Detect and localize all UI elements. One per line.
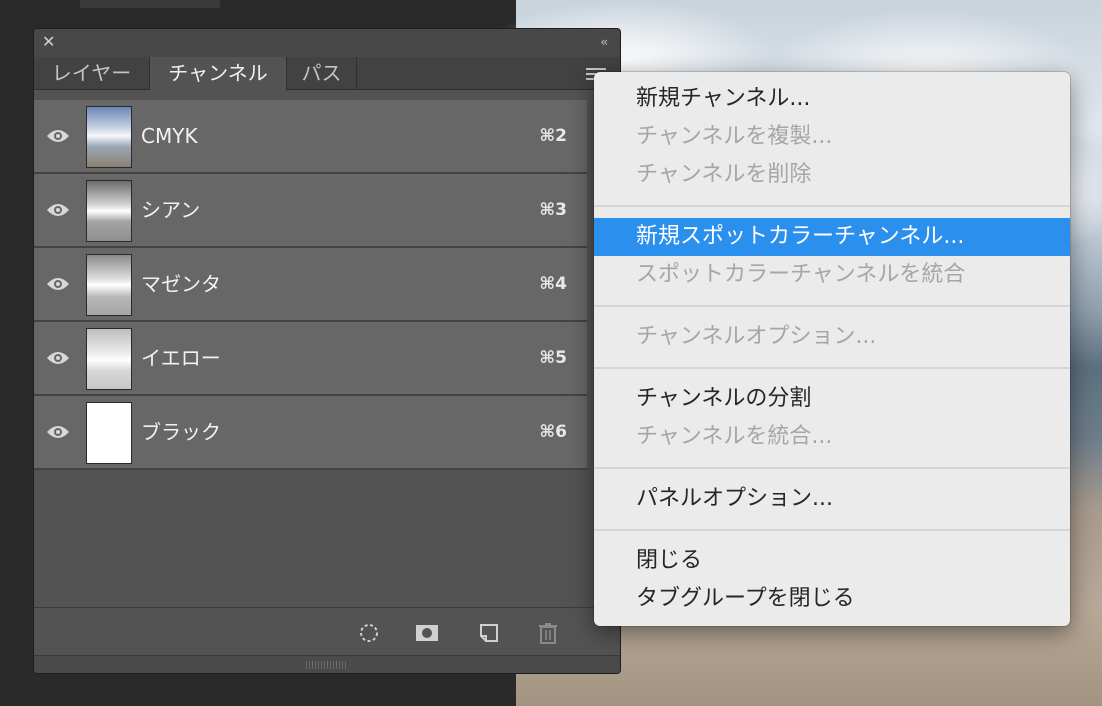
channel-row-magenta[interactable]: マゼンタ ⌘4	[34, 248, 587, 322]
menu-item-split-channels[interactable]: チャンネルの分割	[594, 380, 1070, 418]
menu-separator	[594, 356, 1070, 380]
channel-name: マゼンタ	[141, 272, 221, 296]
channel-thumbnail	[86, 106, 132, 168]
trash-icon[interactable]	[537, 622, 559, 644]
channels-panel-menu: 新規チャンネル... チャンネルを複製... チャンネルを削除 新規スポットカラ…	[594, 72, 1070, 626]
panel-tabs: レイヤー チャンネル パス	[34, 57, 620, 91]
panel-titlebar: ✕ ‹‹	[34, 29, 620, 57]
menu-item-merge-spot-channel: スポットカラーチャンネルを統合	[636, 262, 966, 287]
channel-row-cmyk[interactable]: CMYK ⌘2	[34, 100, 587, 174]
menu-separator	[594, 518, 1070, 542]
channels-panel: ✕ ‹‹ レイヤー チャンネル パス CMYK ⌘2 シアン ⌘3 マゼンタ ⌘…	[33, 28, 621, 674]
menu-item-merge-channels: チャンネルを統合...	[636, 424, 833, 449]
menu-item-delete-channel: チャンネルを削除	[636, 162, 812, 187]
channel-shortcut: ⌘2	[539, 126, 567, 146]
eye-icon[interactable]	[46, 276, 70, 292]
close-icon[interactable]: ✕	[42, 32, 55, 52]
mask-icon[interactable]	[416, 622, 438, 644]
channel-name: ブラック	[141, 420, 221, 444]
menu-separator	[594, 456, 1070, 480]
channel-list: CMYK ⌘2 シアン ⌘3 マゼンタ ⌘4 イエロー ⌘5 ブラック ⌘6	[34, 100, 587, 470]
channel-shortcut: ⌘5	[539, 348, 567, 368]
channel-shortcut: ⌘4	[539, 274, 567, 294]
eye-icon[interactable]	[46, 128, 70, 144]
menu-item-close-tab-group[interactable]: タブグループを閉じる	[594, 580, 1070, 618]
menu-item-new-spot-channel[interactable]: 新規スポットカラーチャンネル...	[594, 218, 1070, 256]
tab-layers[interactable]: レイヤー	[34, 57, 150, 90]
top-strip	[80, 0, 220, 8]
channel-row-black[interactable]: ブラック ⌘6	[34, 396, 587, 470]
menu-item-new-channel[interactable]: 新規チャンネル...	[594, 80, 1070, 118]
channel-name: イエロー	[141, 346, 221, 370]
resize-grip[interactable]	[34, 655, 620, 673]
eye-icon[interactable]	[46, 350, 70, 366]
dashed-selection-icon[interactable]	[358, 622, 380, 644]
tab-paths[interactable]: パス	[287, 57, 357, 90]
menu-separator	[594, 194, 1070, 218]
channel-shortcut: ⌘3	[539, 200, 567, 220]
channel-name: シアン	[141, 198, 201, 222]
channel-row-cyan[interactable]: シアン ⌘3	[34, 174, 587, 248]
menu-item-channel-options: チャンネルオプション...	[636, 324, 877, 349]
tab-channels[interactable]: チャンネル	[150, 57, 287, 91]
eye-icon[interactable]	[46, 202, 70, 218]
eye-icon[interactable]	[46, 424, 70, 440]
menu-item-duplicate-channel: チャンネルを複製...	[636, 124, 833, 149]
new-channel-icon[interactable]	[478, 622, 500, 644]
double-chevron-left-icon[interactable]: ‹‹	[600, 34, 607, 50]
panel-toolbar	[34, 607, 620, 657]
menu-item-panel-options[interactable]: パネルオプション...	[594, 480, 1070, 518]
channel-row-yellow[interactable]: イエロー ⌘5	[34, 322, 587, 396]
menu-separator	[594, 294, 1070, 318]
channel-thumbnail	[86, 328, 132, 390]
menu-item-close[interactable]: 閉じる	[594, 542, 1070, 580]
channel-thumbnail	[86, 402, 132, 464]
channel-shortcut: ⌘6	[539, 422, 567, 442]
channel-thumbnail	[86, 254, 132, 316]
channel-thumbnail	[86, 180, 132, 242]
channel-name: CMYK	[141, 124, 198, 148]
